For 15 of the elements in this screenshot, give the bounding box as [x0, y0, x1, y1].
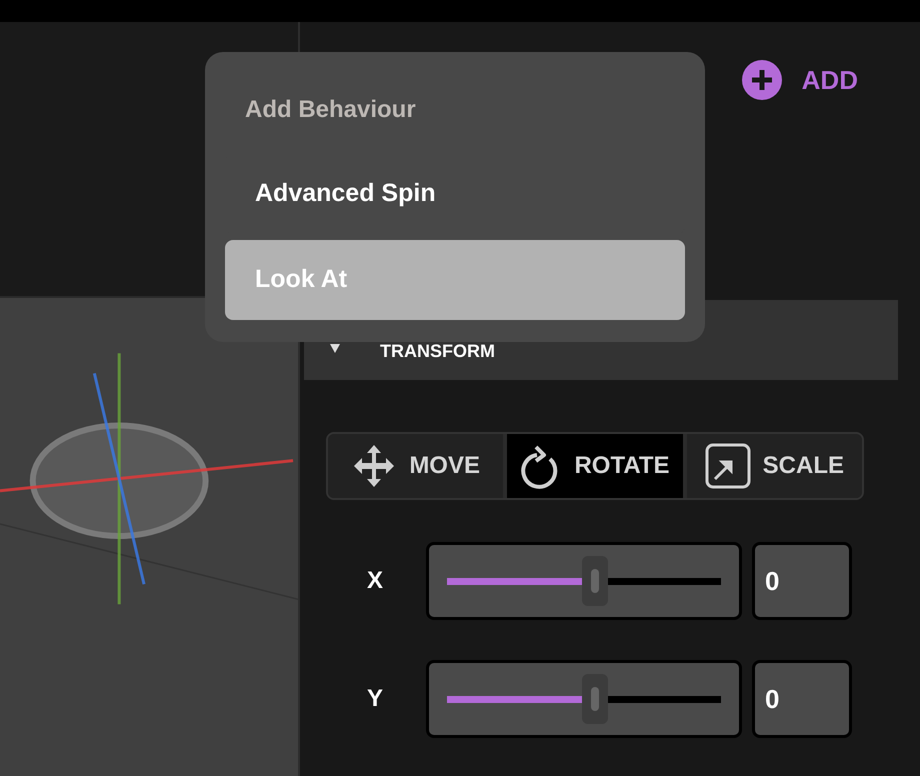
value-field[interactable]: 0: [752, 660, 852, 738]
slider-thumb[interactable]: [582, 556, 608, 606]
axis-slider[interactable]: [426, 542, 742, 620]
menu-title: Add Behaviour: [244, 95, 417, 125]
axis-slider[interactable]: [426, 660, 742, 738]
value-field[interactable]: 0: [752, 542, 852, 620]
axis-label: Y: [366, 684, 384, 714]
section-title: TRANSFORM: [380, 340, 495, 363]
mode-tab[interactable]: ROTATE: [503, 434, 683, 498]
add-button[interactable]: ADD: [742, 60, 858, 100]
slider-thumb[interactable]: [582, 674, 608, 724]
scale-icon: [704, 443, 751, 489]
mode-tab[interactable]: SCALE: [682, 434, 862, 498]
plus-icon: [742, 60, 782, 100]
axis-label: X: [366, 566, 384, 596]
